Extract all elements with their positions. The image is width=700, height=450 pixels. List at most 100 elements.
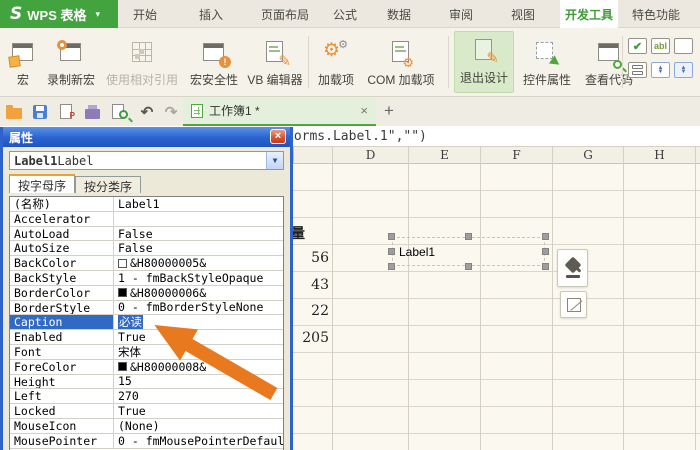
grid-line (695, 147, 696, 450)
resize-handle[interactable] (542, 233, 549, 240)
label1-text: Label1 (399, 245, 436, 259)
column-header-partial[interactable] (293, 147, 332, 164)
tab-review[interactable]: 审阅 (438, 0, 484, 28)
toolbox-optiongroup-icon[interactable] (628, 62, 647, 78)
new-tab-icon[interactable]: + (384, 101, 394, 121)
export-pdf-icon[interactable]: P (57, 103, 75, 120)
property-row-backstyle[interactable]: BackStyle 1 - fmBackStyleOpaque (10, 271, 283, 286)
macro-security-button[interactable]: ! 宏安全性 (184, 30, 244, 94)
toolbox-scrollbar-icon[interactable]: ▲ ▼ (674, 62, 693, 78)
tab-page-layout[interactable]: 页面布局 (248, 0, 322, 28)
document-tab-label: 工作簿1 * (209, 104, 260, 118)
print-icon[interactable] (83, 103, 101, 120)
color-swatch (118, 258, 127, 268)
label1-control[interactable]: Label1 (388, 233, 549, 270)
toolbox-button-icon[interactable] (674, 38, 693, 54)
relative-reference-button[interactable]: 使用相对引用 (102, 30, 182, 94)
property-row-bordercolor[interactable]: BorderColor &H80000006& (10, 286, 283, 301)
app-logo[interactable]: S WPS 表格 ▾ (0, 0, 118, 28)
resize-handle[interactable] (388, 233, 395, 240)
property-row-autosize[interactable]: AutoSize False (10, 241, 283, 257)
ribbon-separator (308, 36, 309, 88)
property-row-mousepointer[interactable]: MousePointer 0 - fmMousePointerDefault (10, 434, 283, 449)
tab-special-features[interactable]: 特色功能 (626, 0, 686, 28)
addins-icon: ⚙ ⚙ (323, 39, 348, 61)
property-row-caption[interactable]: Caption 必读 (10, 315, 283, 331)
property-row-accelerator[interactable]: Accelerator (10, 211, 283, 227)
formula-text: Forms.Label.1","") (286, 129, 427, 144)
column-header-g[interactable]: G (552, 147, 623, 164)
tab-categorized[interactable]: 按分类序 (75, 176, 142, 194)
property-row-borderstyle[interactable]: BorderStyle 0 - fmBorderStyleNone (10, 300, 283, 316)
grid-line (332, 147, 333, 450)
column-header-h[interactable]: H (623, 147, 695, 164)
document-tab[interactable]: 工作簿1 * × (183, 97, 376, 126)
border-slash-icon (566, 297, 581, 312)
macro-icon (8, 41, 38, 68)
property-row-mouseicon[interactable]: MouseIcon (None) (10, 419, 283, 434)
macro-button[interactable]: 宏 (6, 30, 40, 94)
open-file-icon[interactable] (5, 103, 23, 120)
color-swatch (118, 288, 127, 298)
tab-view[interactable]: 视图 (500, 0, 546, 28)
property-row-backcolor[interactable]: BackColor &H80000005& (10, 256, 283, 271)
addins-button[interactable]: ⚙ ⚙ 加载项 (312, 30, 360, 94)
object-selector[interactable]: Label1 Label ▼ (9, 151, 284, 170)
property-row-locked[interactable]: Locked True (10, 404, 283, 419)
tab-data[interactable]: 数据 (376, 0, 422, 28)
ribbon-separator (448, 36, 449, 88)
close-icon[interactable]: × (270, 129, 286, 144)
resize-handle[interactable] (388, 263, 395, 270)
resize-handle[interactable] (542, 248, 549, 255)
color-swatch (118, 362, 127, 372)
border-style-button[interactable] (560, 291, 587, 318)
print-preview-icon[interactable] (109, 103, 128, 120)
panel-title: 属性 (9, 130, 34, 145)
resize-handle[interactable] (542, 263, 549, 270)
relative-reference-icon (127, 41, 157, 67)
caption-value-selected[interactable]: 必读 (118, 315, 143, 330)
sheet-grid[interactable] (293, 164, 700, 450)
properties-panel[interactable]: 属性 × Label1 Label ▼ 按字母序 按分类序 (名称) Label1… (0, 127, 293, 450)
resize-handle[interactable] (388, 248, 395, 255)
column-header-e[interactable]: E (408, 147, 480, 164)
control-properties-button[interactable]: 控件属性 (518, 30, 576, 94)
fill-color-button[interactable] (557, 249, 588, 287)
tab-insert[interactable]: 插入 (188, 0, 234, 28)
redo-icon[interactable]: ↷ (162, 103, 180, 121)
vb-editor-icon: ✎ (260, 41, 291, 70)
exit-design-icon: ✎ (469, 39, 499, 67)
wps-logo-icon: S (10, 4, 23, 24)
column-header-d[interactable]: D (332, 147, 408, 164)
com-addins-button[interactable]: ⚙ COM 加载项 (362, 30, 440, 94)
resize-handle[interactable] (465, 233, 472, 240)
save-icon[interactable] (31, 103, 49, 120)
vb-editor-button[interactable]: ✎ VB 编辑器 (244, 30, 306, 94)
toolbox-checkbox-icon[interactable]: ✔ (628, 38, 647, 54)
panel-tabs: 按字母序 按分类序 (9, 174, 142, 194)
close-tab-icon[interactable]: × (360, 103, 368, 118)
toolbox-spinner-icon[interactable]: ▲ ▼ (651, 62, 670, 78)
tab-developer[interactable]: 开发工具 (560, 0, 618, 28)
tab-home[interactable]: 开始 (122, 0, 168, 28)
record-macro-icon (56, 40, 86, 67)
property-grid[interactable]: (名称) Label1 Accelerator AutoLoad False Aut… (9, 196, 284, 450)
property-row-name[interactable]: (名称) Label1 (10, 197, 283, 212)
record-macro-button[interactable]: 录制新宏 (42, 30, 100, 94)
tab-alphabetical[interactable]: 按字母序 (9, 174, 76, 193)
exit-design-button[interactable]: ✎ 退出设计 (454, 31, 514, 93)
property-row-autoload[interactable]: AutoLoad False (10, 227, 283, 242)
app-title: WPS 表格 (27, 7, 87, 23)
grid-line (480, 147, 481, 450)
tab-formulas[interactable]: 公式 (322, 0, 368, 28)
panel-title-bar[interactable]: 属性 × (3, 127, 290, 147)
undo-icon[interactable]: ↶ (138, 103, 156, 121)
color-bar (565, 274, 580, 278)
resize-handle[interactable] (465, 263, 472, 270)
cell-partial-text: 量 (291, 226, 305, 242)
toolbox-textbox-icon[interactable]: abl (651, 38, 670, 54)
chevron-down-icon[interactable]: ▼ (266, 152, 283, 169)
control-properties-icon (532, 41, 563, 69)
grid-line (623, 147, 624, 450)
column-header-f[interactable]: F (480, 147, 552, 164)
